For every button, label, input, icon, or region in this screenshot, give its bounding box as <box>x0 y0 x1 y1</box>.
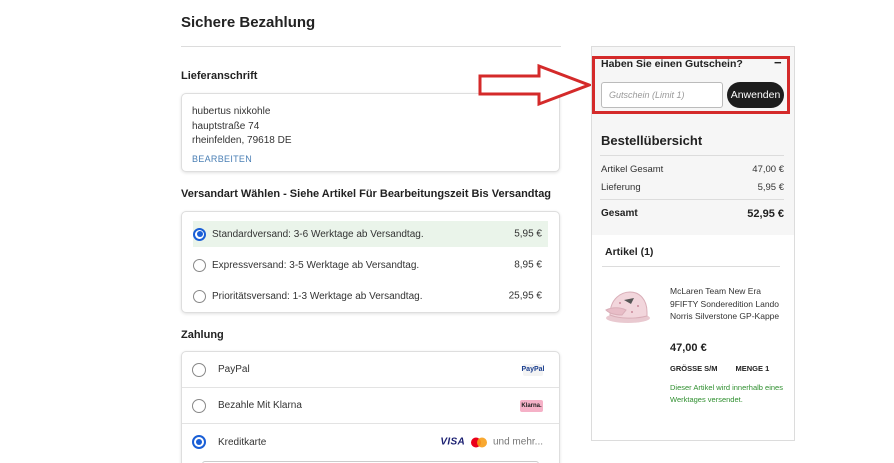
product-size: GRÖSSE S/M <box>670 364 718 373</box>
card-logos: VISA und mehr... <box>440 437 543 448</box>
paypal-logo-icon: PayPal <box>522 363 544 376</box>
product-name: McLaren Team New Era 9FIFTY Sondereditio… <box>670 286 780 321</box>
payment-option-label: Kreditkarte <box>218 436 267 448</box>
shipping-option-express[interactable]: Expressversand: 3-5 Werktage ab Versandt… <box>193 252 548 278</box>
shipping-heading: Versandart Wählen - Siehe Artikel Für Be… <box>181 188 552 200</box>
radio-checked-icon[interactable] <box>193 227 206 241</box>
summary-divider <box>600 155 784 156</box>
items-divider <box>602 266 780 267</box>
items-title: Artikel (1) <box>605 246 654 258</box>
product-price: 47,00 € <box>670 342 707 354</box>
payment-options-card: PayPal PayPal Bezahle Mit Klarna Klarna.… <box>181 351 560 463</box>
total-value: 52,95 € <box>747 208 784 220</box>
payment-option-label: PayPal <box>218 364 250 375</box>
collapse-icon[interactable]: − <box>774 55 782 70</box>
summary-divider <box>600 199 784 200</box>
visa-logo-icon: VISA <box>440 436 465 448</box>
voucher-title: Haben Sie einen Gutschein? <box>601 58 743 70</box>
payment-option-label: Bezahle Mit Klarna <box>218 400 302 411</box>
subtotal-value: 47,00 € <box>752 164 784 175</box>
total-label: Gesamt <box>601 208 638 219</box>
shipping-option-price: 25,95 € <box>508 290 542 302</box>
payment-option-creditcard[interactable]: Kreditkarte VISA und mehr... <box>182 424 559 460</box>
address-city: rheinfelden, 79618 DE <box>192 135 292 146</box>
summary-subtotal-row: Artikel Gesamt 47,00 € <box>601 164 784 175</box>
summary-total-row: Gesamt 52,95 € <box>601 208 784 220</box>
product-meta: GRÖSSE S/M MENGE 1 <box>670 364 769 373</box>
address-street: hauptstraße 74 <box>192 120 260 132</box>
apply-voucher-button[interactable]: Anwenden <box>727 82 784 108</box>
title-divider <box>181 46 561 47</box>
address-heading: Lieferanschrift <box>181 70 258 82</box>
mastercard-logo-icon <box>470 437 487 447</box>
radio-unchecked-icon[interactable] <box>192 362 206 377</box>
shipping-option-standard[interactable]: Standardversand: 3-6 Werktage ab Versand… <box>193 221 548 247</box>
shipping-option-label: Expressversand: 3-5 Werktage ab Versandt… <box>212 259 420 271</box>
shipping-option-label: Prioritätsversand: 1-3 Werktage ab Versa… <box>212 290 423 302</box>
shipping-option-priority[interactable]: Prioritätsversand: 1-3 Werktage ab Versa… <box>193 283 548 309</box>
voucher-input[interactable] <box>601 82 723 108</box>
cap-product-image <box>605 291 650 323</box>
page-title: Sichere Bezahlung <box>181 14 316 31</box>
shipping-cost-value: 5,95 € <box>757 182 784 193</box>
klarna-logo-icon: Klarna. <box>520 399 543 412</box>
radio-unchecked-icon[interactable] <box>192 398 206 413</box>
radio-unchecked-icon[interactable] <box>193 258 206 272</box>
payment-option-klarna[interactable]: Bezahle Mit Klarna Klarna. <box>182 388 559 424</box>
payment-option-paypal[interactable]: PayPal PayPal <box>182 352 559 388</box>
shipping-option-price: 5,95 € <box>514 228 542 240</box>
shipping-cost-label: Lieferung <box>601 182 641 193</box>
arrow-right-icon <box>478 63 593 107</box>
summary-shipping-row: Lieferung 5,95 € <box>601 182 784 193</box>
shipping-option-price: 8,95 € <box>514 259 542 271</box>
product-quantity: MENGE 1 <box>735 364 770 373</box>
payment-heading: Zahlung <box>181 329 224 341</box>
radio-checked-icon[interactable] <box>192 435 206 449</box>
radio-unchecked-icon[interactable] <box>193 289 206 303</box>
shipping-option-label: Standardversand: 3-6 Werktage ab Versand… <box>212 228 424 240</box>
edit-address-link[interactable]: BEARBEITEN <box>192 154 252 164</box>
shipping-options-card: Standardversand: 3-6 Werktage ab Versand… <box>181 211 560 313</box>
more-cards-label: und mehr... <box>492 436 543 448</box>
product-shipping-note: Dieser Artikel wird innerhalb eines Werk… <box>670 383 783 404</box>
subtotal-label: Artikel Gesamt <box>601 164 664 175</box>
summary-title: Bestellübersicht <box>601 133 703 148</box>
